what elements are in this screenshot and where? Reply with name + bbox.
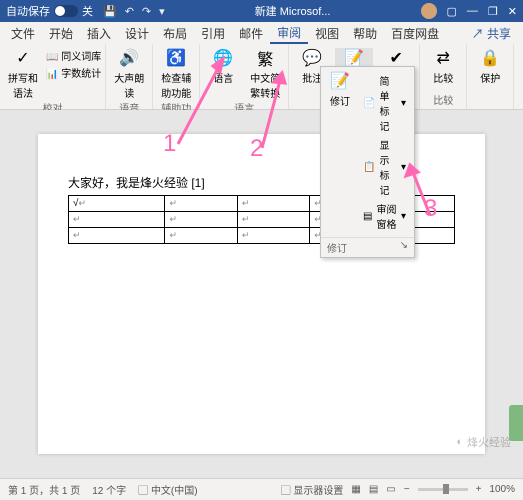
table-cell[interactable] — [165, 228, 237, 244]
tab-baidu[interactable]: 百度网盘 — [384, 22, 446, 44]
table-cell[interactable] — [165, 212, 237, 228]
tracking-dropdown: 📝修订 📄 简单标记 ▾ 📋 显示标记 ▾ ▤ 审阅窗格 ▾ 修订↘ — [320, 66, 415, 258]
speaker-icon: 🔊 — [119, 48, 139, 68]
spelling-button[interactable]: ✓拼写和语法 — [4, 48, 42, 100]
page[interactable]: 大家好，我是烽火经验 [1] √ — [38, 134, 485, 454]
accept-icon: ✔ — [386, 48, 406, 68]
compare-icon: ⇄ — [433, 48, 453, 68]
track-icon: 📝 — [330, 71, 350, 91]
dd-show-markup[interactable]: 📋 显示标记 ▾ — [359, 135, 410, 199]
zoom-in-icon[interactable]: + — [476, 484, 482, 495]
tab-layout[interactable]: 布局 — [156, 22, 194, 44]
zoom-level[interactable]: 100% — [489, 484, 515, 495]
compare-button[interactable]: ⇄比较 — [424, 48, 462, 85]
ribbon: ✓拼写和语法 📖 同义词库 📊 字数统计 校对 🔊大声朗读 语音 ♿检查辅助功能… — [0, 44, 523, 110]
language-indicator[interactable]: ▢ 中文(中国) — [138, 482, 197, 497]
table-cell[interactable]: √ — [69, 196, 165, 212]
page-indicator[interactable]: 第 1 页，共 1 页 — [8, 482, 80, 497]
status-bar: 第 1 页，共 1 页 12 个字 ▢ 中文(中国) ▢ 显示器设置 ▦ ▤ ▭… — [0, 478, 523, 500]
zoom-slider[interactable] — [418, 488, 468, 491]
tab-review[interactable]: 审阅 — [270, 22, 308, 44]
dd-group-label[interactable]: 修订↘ — [321, 237, 414, 257]
redo-icon[interactable]: ↷ — [142, 5, 151, 18]
readaloud-button[interactable]: 🔊大声朗读 — [110, 48, 148, 100]
dd-track-button[interactable]: 📝修订 — [325, 71, 355, 233]
minimize-icon[interactable]: — — [467, 5, 478, 17]
thesaurus-button[interactable]: 📖 同义词库 — [46, 48, 101, 63]
language-button[interactable]: 🌐语言 — [204, 48, 242, 85]
user-avatar[interactable] — [421, 3, 437, 19]
table-cell[interactable] — [237, 228, 309, 244]
view-read-icon[interactable]: ▦ — [351, 484, 360, 495]
document-area: 大家好，我是烽火经验 [1] √ ◐ 烽火经验 — [0, 110, 523, 478]
table-cell[interactable] — [237, 196, 309, 212]
table-cell[interactable] — [69, 212, 165, 228]
group-compare: 比较 — [433, 92, 453, 107]
tab-insert[interactable]: 插入 — [80, 22, 118, 44]
dd-simple-markup[interactable]: 📄 简单标记 ▾ — [359, 71, 410, 135]
autosave-toggle[interactable]: 自动保存 关 — [6, 3, 93, 19]
hide-ink-button[interactable]: ✎隐藏墨迹 — [518, 48, 523, 100]
save-icon[interactable]: 💾 — [103, 5, 117, 18]
tab-help[interactable]: 帮助 — [346, 22, 384, 44]
tab-design[interactable]: 设计 — [118, 22, 156, 44]
protect-button[interactable]: 🔒保护 — [471, 48, 509, 85]
table-cell[interactable] — [237, 212, 309, 228]
share-button[interactable]: ↗ 共享 — [464, 25, 519, 42]
table-cell[interactable] — [69, 228, 165, 244]
ribbon-tabs: 文件 开始 插入 设计 布局 引用 邮件 审阅 视图 帮助 百度网盘 ↗ 共享 — [0, 22, 523, 44]
close-icon[interactable]: ✕ — [508, 5, 517, 18]
accessibility-icon: ♿ — [166, 48, 186, 68]
display-settings[interactable]: ▢ 显示器设置 — [281, 482, 344, 497]
qat-dropdown-icon[interactable]: ▾ — [159, 5, 165, 18]
globe-icon: 🌐 — [213, 48, 233, 68]
view-web-icon[interactable]: ▭ — [386, 484, 395, 495]
tab-mailings[interactable]: 邮件 — [232, 22, 270, 44]
accessibility-button[interactable]: ♿检查辅助功能 — [157, 48, 195, 100]
zoom-out-icon[interactable]: − — [404, 484, 410, 495]
ribbon-options-icon[interactable]: ▢ — [447, 5, 457, 18]
dd-reviewing-pane[interactable]: ▤ 审阅窗格 ▾ — [359, 199, 410, 233]
tab-references[interactable]: 引用 — [194, 22, 232, 44]
wordcount-button[interactable]: 📊 字数统计 — [46, 65, 101, 80]
word-count[interactable]: 12 个字 — [92, 482, 126, 497]
translate-icon: 繁 — [255, 48, 275, 68]
toggle-icon — [54, 5, 78, 17]
tab-view[interactable]: 视图 — [308, 22, 346, 44]
launcher-icon[interactable]: ↘ — [400, 240, 408, 255]
window-title: 新建 Microsof... — [165, 3, 421, 19]
watermark: ◐ 烽火经验 — [456, 434, 511, 450]
tab-home[interactable]: 开始 — [42, 22, 80, 44]
undo-icon[interactable]: ↶ — [125, 5, 134, 18]
table-cell[interactable] — [165, 196, 237, 212]
restore-icon[interactable]: ❐ — [488, 5, 498, 18]
track-icon: 📝 — [344, 48, 364, 68]
spelling-icon: ✓ — [13, 48, 33, 68]
view-print-icon[interactable]: ▤ — [369, 484, 378, 495]
side-tag[interactable] — [509, 405, 523, 441]
tab-file[interactable]: 文件 — [4, 22, 42, 44]
comment-icon: 💬 — [302, 48, 322, 68]
lock-icon: 🔒 — [480, 48, 500, 68]
translate-button[interactable]: 繁中文简繁转换 — [246, 48, 284, 100]
title-bar: 自动保存 关 💾 ↶ ↷ ▾ 新建 Microsof... ▢ — ❐ ✕ — [0, 0, 523, 22]
